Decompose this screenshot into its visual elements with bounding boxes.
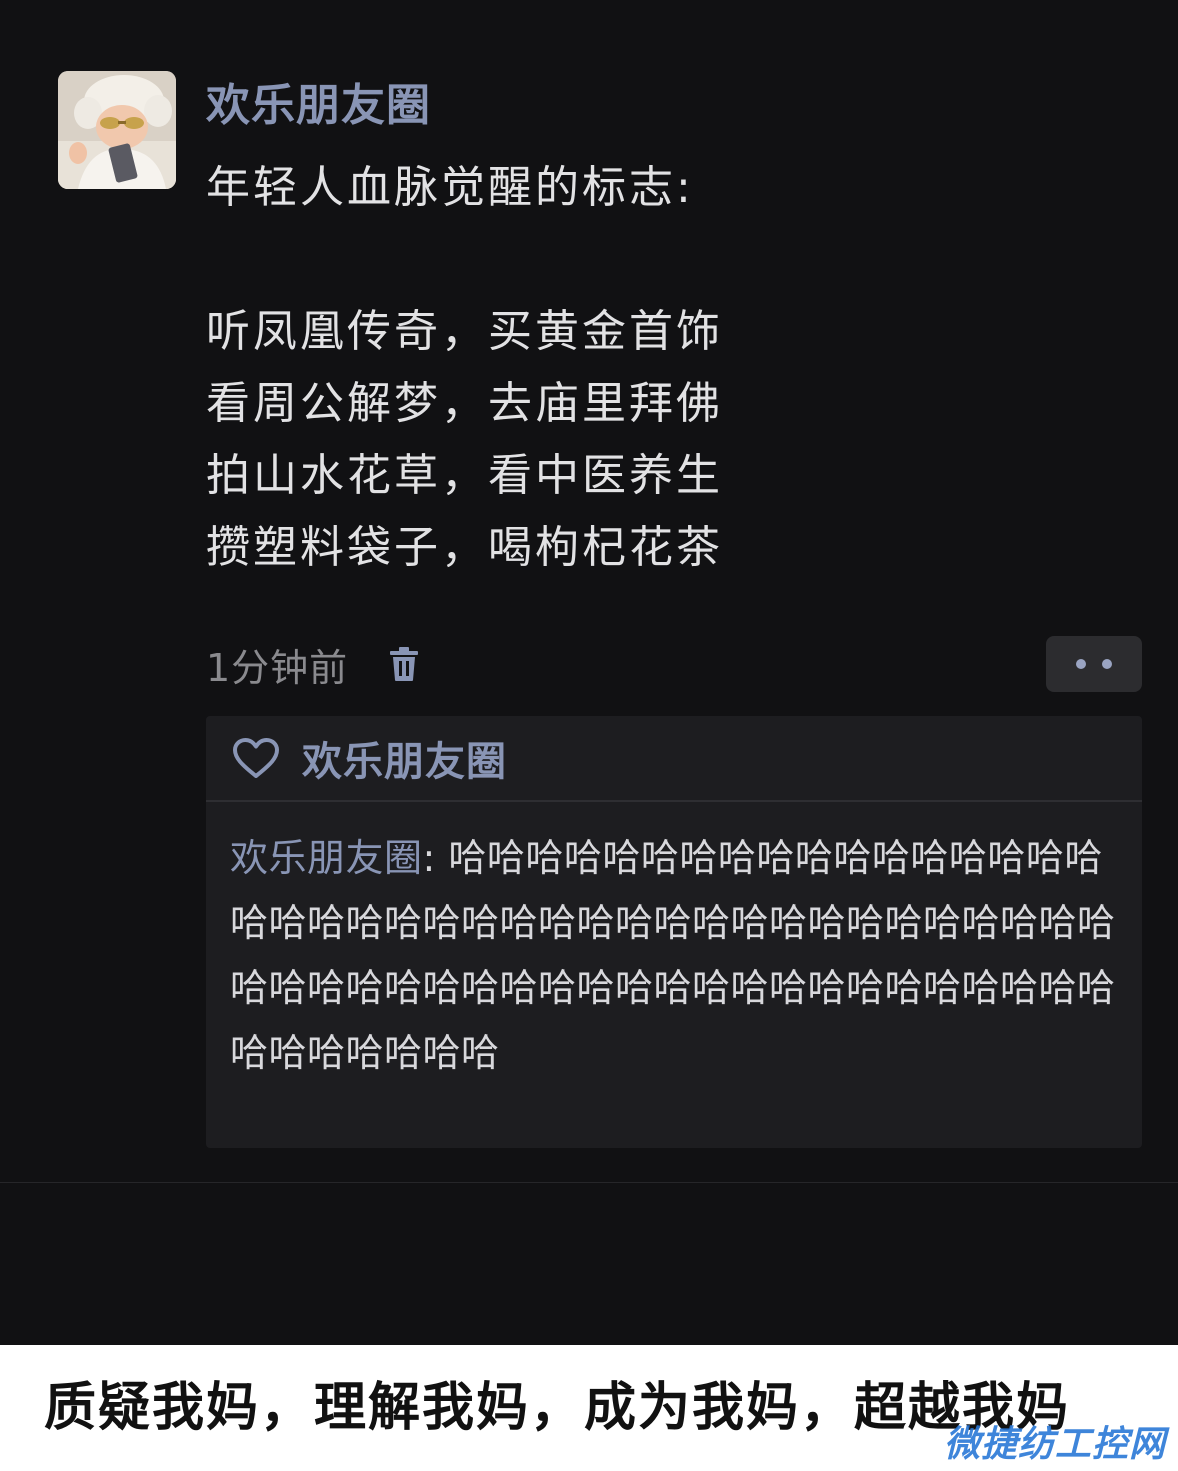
comment[interactable]: 欢乐朋友圈: 哈哈哈哈哈哈哈哈哈哈哈哈哈哈哈哈哈哈哈哈哈哈哈哈哈哈哈哈哈哈哈哈哈… <box>230 826 1120 1086</box>
more-button[interactable] <box>1046 636 1142 692</box>
trash-icon <box>390 647 419 681</box>
watermark: 微捷纺工控网 <box>943 1424 1166 1465</box>
post-body: 年轻人血脉觉醒的标志: 听凤凰传奇，买黄金首饰 看周公解梦，去庙里拜佛 拍山水花… <box>206 152 1086 584</box>
comment-author[interactable]: 欢乐朋友圈 <box>230 836 423 880</box>
post-line <box>206 224 1086 296</box>
liker-name[interactable]: 欢乐朋友圈 <box>302 729 507 787</box>
post-line: 年轻人血脉觉醒的标志: <box>206 162 694 213</box>
post-line: 拍山水花草，看中医养生 <box>206 450 723 501</box>
author-name[interactable]: 欢乐朋友圈 <box>206 78 431 134</box>
interaction-panel: 欢乐朋友圈 欢乐朋友圈: 哈哈哈哈哈哈哈哈哈哈哈哈哈哈哈哈哈哈哈哈哈哈哈哈哈哈哈… <box>206 716 1142 1148</box>
more-dots-icon <box>1076 659 1086 669</box>
divider <box>0 1182 1178 1183</box>
heart-icon <box>232 735 282 781</box>
moments-post: 欢乐朋友圈 年轻人血脉觉醒的标志: 听凤凰传奇，买黄金首饰 看周公解梦，去庙里拜… <box>0 0 1178 1345</box>
avatar[interactable] <box>58 71 176 189</box>
post-line: 看周公解梦，去庙里拜佛 <box>206 378 723 429</box>
caption-text: 质疑我妈，理解我妈，成为我妈，超越我妈 <box>44 1378 1071 1438</box>
avatar-image <box>58 71 176 189</box>
post-line: 攒塑料袋子，喝枸杞花茶 <box>206 522 723 573</box>
post-meta: 1分钟前 <box>206 636 424 692</box>
delete-button[interactable] <box>384 642 424 686</box>
comment-separator: : <box>422 836 449 880</box>
more-dots-icon <box>1102 659 1112 669</box>
timestamp: 1分钟前 <box>206 645 349 690</box>
caption-bar: 质疑我妈，理解我妈，成为我妈，超越我妈 微捷纺工控网 <box>0 1345 1178 1471</box>
likes-row: 欢乐朋友圈 <box>206 716 1142 802</box>
post-line: 听凤凰传奇，买黄金首饰 <box>206 306 723 357</box>
